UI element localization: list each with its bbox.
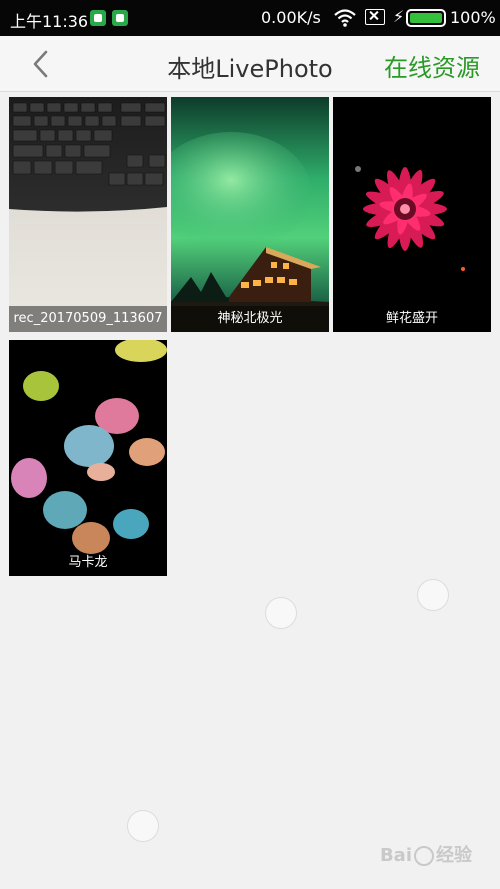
livephoto-tile[interactable]: 神秘北极光 xyxy=(171,97,329,332)
tile-caption: 神秘北极光 xyxy=(171,306,329,332)
battery-percent: 100% xyxy=(450,8,496,27)
charging-icon: ⚡ xyxy=(393,7,405,26)
paw-icon xyxy=(414,846,434,866)
touch-indicator xyxy=(127,810,159,842)
no-sim-icon xyxy=(365,9,385,25)
tile-caption: rec_20170509_113607 xyxy=(9,306,167,332)
app-header: 本地LivePhoto 在线资源 xyxy=(0,36,500,92)
battery-icon xyxy=(406,9,446,27)
online-resources-button[interactable]: 在线资源 xyxy=(384,48,480,83)
status-bar: 上午11:36 0.00K/s ⚡ 100% xyxy=(0,0,500,36)
aurora-photo-thumbnail xyxy=(171,97,329,332)
wifi-icon xyxy=(334,9,356,27)
keyboard-photo-thumbnail xyxy=(9,97,167,332)
tile-caption: 马卡龙 xyxy=(68,555,108,570)
livephoto-tile[interactable]: 马卡龙 xyxy=(9,340,167,576)
baidu-jingyan-watermark: Bai 经验 xyxy=(379,845,472,866)
notification-book-icon xyxy=(90,10,106,26)
flower-photo-thumbnail xyxy=(333,97,491,332)
macaron-photo-thumbnail xyxy=(9,340,167,576)
notification-android-icon xyxy=(112,10,128,26)
tile-caption: 鲜花盛开 xyxy=(385,311,438,326)
livephoto-tile[interactable]: 鲜花盛开 xyxy=(333,97,491,332)
touch-indicator xyxy=(417,579,449,611)
touch-indicator xyxy=(265,597,297,629)
livephoto-tile[interactable]: rec_20170509_113607 xyxy=(9,97,167,332)
network-speed: 0.00K/s xyxy=(261,8,321,27)
status-time: 上午11:36 xyxy=(10,12,89,31)
battery-level xyxy=(410,13,442,23)
